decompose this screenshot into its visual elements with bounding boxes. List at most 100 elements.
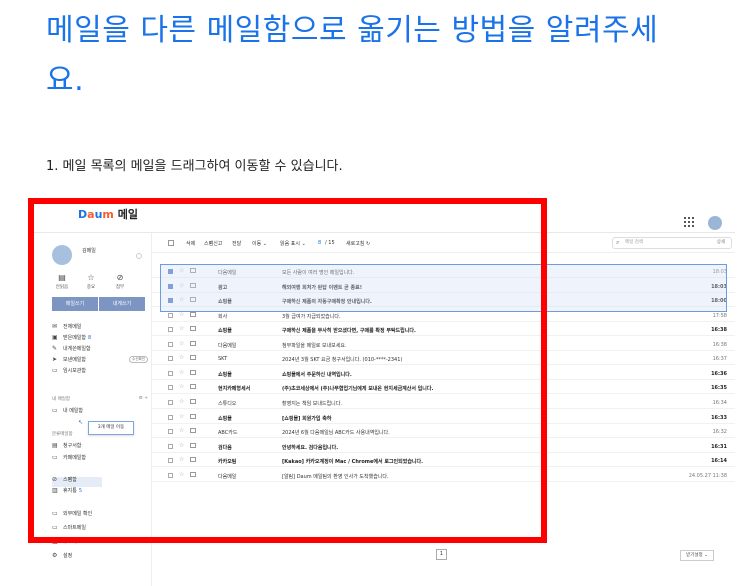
envelope-icon [190, 442, 196, 448]
select-all-checkbox[interactable] [168, 240, 174, 246]
write-mail-button[interactable]: 메일쓰기 [52, 297, 98, 311]
envelope-icon [190, 311, 196, 317]
settings-dot-icon[interactable] [136, 253, 142, 259]
row-checkbox[interactable] [168, 327, 173, 333]
row-checkbox[interactable] [168, 429, 173, 435]
sidebar-item-inbox[interactable]: ▣ 받은메일함 8 [52, 333, 148, 342]
mail-subject[interactable]: 쇼핑몰에서 주문하신 내역입니다. [282, 371, 652, 378]
envelope-icon [190, 369, 196, 375]
read-filter-button[interactable]: 읽음 표시 ⌄ [280, 240, 306, 247]
mail-subject[interactable]: 첨부파일을 메일로 보내보세요. [282, 342, 652, 349]
sidebar-item-cafe[interactable]: ▭ 카페메일함 [52, 453, 148, 462]
mail-row[interactable]: ☆ 쇼핑몰 구매하신 제품을 무사히 받으셨다면, 구매를 확정 부탁드립니다. 16… [152, 324, 735, 337]
delete-button[interactable]: 삭제 [186, 240, 195, 247]
row-checkbox[interactable] [168, 312, 173, 318]
mail-sender: 검다음 [218, 444, 232, 451]
row-checkbox[interactable] [168, 472, 173, 478]
mail-subject[interactable]: [쇼핑몰] 회원가입 축하 [282, 415, 652, 422]
drag-selection-box [160, 264, 727, 312]
mail-topbar: Daum 메일 [30, 195, 735, 233]
forward-button[interactable]: 전달 [232, 240, 241, 247]
row-checkbox[interactable] [168, 443, 173, 449]
page-1-button[interactable]: 1 [436, 549, 447, 560]
spam-button[interactable]: 스팸신고 [204, 240, 222, 247]
mail-list-area: 삭제 스팸신고 전달 이동 ⌄ 읽음 표시 ⌄ 8 / 15 새로고침 ↻ ⌕ … [152, 233, 735, 586]
gear-icon: ⚙ [52, 552, 58, 559]
star-icon[interactable]: ☆ [179, 398, 184, 405]
mail-sender: 스튜디오 [218, 400, 237, 407]
star-icon[interactable]: ☆ [179, 340, 184, 347]
sidebar-item-external[interactable]: ▭ 외부메일 확인 [52, 509, 148, 518]
mail-subject[interactable]: 안녕하세요. 검다음입니다. [282, 444, 652, 451]
sidebar-item-settings[interactable]: ⚙ 설정 [52, 551, 148, 560]
app-grid-icon[interactable] [684, 217, 694, 227]
row-checkbox[interactable] [168, 370, 173, 376]
quick-star[interactable]: ☆ 중요 [79, 273, 103, 290]
mail-row[interactable]: ☆ 현지카페형세서 (주)초코세상에서 (주)나무협업기님에게 보내온 현지세금계산… [152, 382, 735, 395]
mail-row[interactable]: ☆ 카카오팀 [Kakao] 카카오계정이 Mac / Chrome에서 로그인되었… [152, 455, 735, 468]
search-detail-button[interactable]: 상세 [717, 238, 725, 248]
mail-date: 16:34 [712, 399, 727, 406]
mail-subject[interactable]: 구매하신 제품을 무사히 받으셨다면, 구매를 확정 부탁드립니다. [282, 327, 652, 334]
star-icon[interactable]: ☆ [179, 427, 184, 434]
refresh-button[interactable]: 새로고침 ↻ [346, 240, 370, 247]
row-checkbox[interactable] [168, 414, 173, 420]
sidebar-item-sent[interactable]: ➤ 보낸메일함 수신확인 [52, 355, 148, 364]
sort-select[interactable]: 받기설정 ⌄ [680, 550, 714, 561]
mail-row[interactable]: ☆ 검다음 안녕하세요. 검다음입니다. 16:31 [152, 441, 735, 453]
row-checkbox[interactable] [168, 458, 173, 464]
quick-attach[interactable]: ⊘ 첨부 [108, 273, 132, 290]
mail-date: 16:32 [712, 429, 727, 436]
read-receipt-tag[interactable]: 수신확인 [129, 356, 148, 363]
sidebar: 김메일 ▤ 안읽음 ☆ 중요 ⊘ 첨부 메일쓰기 내게쓰기 ✉ 전체메일 ▣ 받은메일함 8… [44, 233, 152, 586]
star-icon[interactable]: ☆ [179, 354, 184, 361]
mail-row[interactable]: ☆ 다음메일 [알림] Daum 메일팀의 환영 인사가 도착했습니다. 24.05.… [152, 470, 735, 482]
row-checkbox[interactable] [168, 399, 173, 405]
mail-row[interactable]: ☆ 쇼핑몰 [쇼핑몰] 회원가입 축하 16:33 [152, 412, 735, 424]
daum-logo[interactable]: Daum 메일 [78, 206, 138, 222]
sidebar-item-contacts[interactable]: ▦ 주소록 [52, 537, 148, 546]
sidebar-item-spam[interactable]: ⊘ 스팸함 [52, 475, 148, 484]
write-self-button[interactable]: 내게쓰기 [98, 297, 145, 311]
envelope-icon [190, 340, 196, 346]
row-checkbox[interactable] [168, 385, 173, 391]
trash-icon: ▥ [52, 487, 58, 494]
mail-subject[interactable]: 3월 급여가 지급되었습니다. [282, 313, 652, 320]
mail-row[interactable]: ☆ 쇼핑몰 쇼핑몰에서 주문하신 내역입니다. 16:36 [152, 368, 735, 380]
star-icon[interactable]: ☆ [179, 383, 184, 390]
star-icon[interactable]: ☆ [179, 442, 184, 449]
mail-row[interactable]: ☆ SKT 2024년 3월 SKT 요금 청구서입니다. (010-****-23… [152, 353, 735, 366]
sidebar-item-my-folder[interactable]: ▭ 내 메일함 [52, 406, 148, 415]
profile-avatar[interactable] [52, 245, 72, 265]
mail-subject[interactable]: 촬영지는 책임 보내드립니다. [282, 400, 652, 407]
star-icon[interactable]: ☆ [179, 325, 184, 332]
star-icon[interactable]: ☆ [179, 471, 184, 478]
mail-row[interactable]: ☆ 스튜디오 촬영지는 책임 보내드립니다. 16:34 [152, 397, 735, 409]
compose-buttons: 메일쓰기 내게쓰기 [52, 297, 145, 311]
quick-unread[interactable]: ▤ 안읽음 [50, 273, 74, 290]
move-button[interactable]: 이동 ⌄ [252, 240, 267, 247]
row-checkbox[interactable] [168, 356, 173, 362]
star-icon[interactable]: ☆ [179, 413, 184, 420]
mail-subject[interactable]: 2024년 6월 다음메일님 ABC카드 사용내역입니다. [282, 429, 652, 436]
avatar[interactable] [708, 216, 722, 230]
mail-row[interactable]: ☆ 다음메일 첨부파일을 메일로 보내보세요. 16:38 [152, 339, 735, 351]
mail-subject[interactable]: 2024년 3월 SKT 요금 청구서입니다. (010-****-2341) [282, 356, 652, 363]
mail-subject[interactable]: (주)초코세상에서 (주)나무협업기님에게 보내온 현지세금계산서 입니다. [282, 385, 652, 392]
mail-row[interactable]: ☆ ABC카드 2024년 6월 다음메일님 ABC카드 사용내역입니다. 16:32 [152, 426, 735, 439]
search-input[interactable]: ⌕ 메일 검색 상세 [612, 237, 732, 249]
row-checkbox[interactable] [168, 341, 173, 347]
mail-subject[interactable]: [알림] Daum 메일팀의 환영 인사가 도착했습니다. [282, 473, 652, 480]
mail-date: 24.05.27 11:38 [688, 472, 727, 479]
sidebar-item-self[interactable]: ✎ 내게쓴메일함 [52, 344, 148, 353]
add-folder-icon[interactable]: ⚙ + [139, 396, 148, 401]
envelope-icon [190, 457, 196, 463]
sidebar-item-trash[interactable]: ▥ 휴지통 5 [52, 486, 148, 495]
sidebar-item-smart[interactable]: ▭ 스마트메일 [52, 523, 148, 532]
mail-subject[interactable]: [Kakao] 카카오계정이 Mac / Chrome에서 로그인되었습니다. [282, 458, 652, 465]
star-icon[interactable]: ☆ [179, 456, 184, 463]
sidebar-item-drafts[interactable]: ▭ 임시보관함 [52, 366, 148, 375]
sidebar-item-bills[interactable]: ▤ 청구서함 [52, 441, 148, 450]
sidebar-item-all[interactable]: ✉ 전체메일 [52, 322, 148, 331]
star-icon[interactable]: ☆ [179, 369, 184, 376]
